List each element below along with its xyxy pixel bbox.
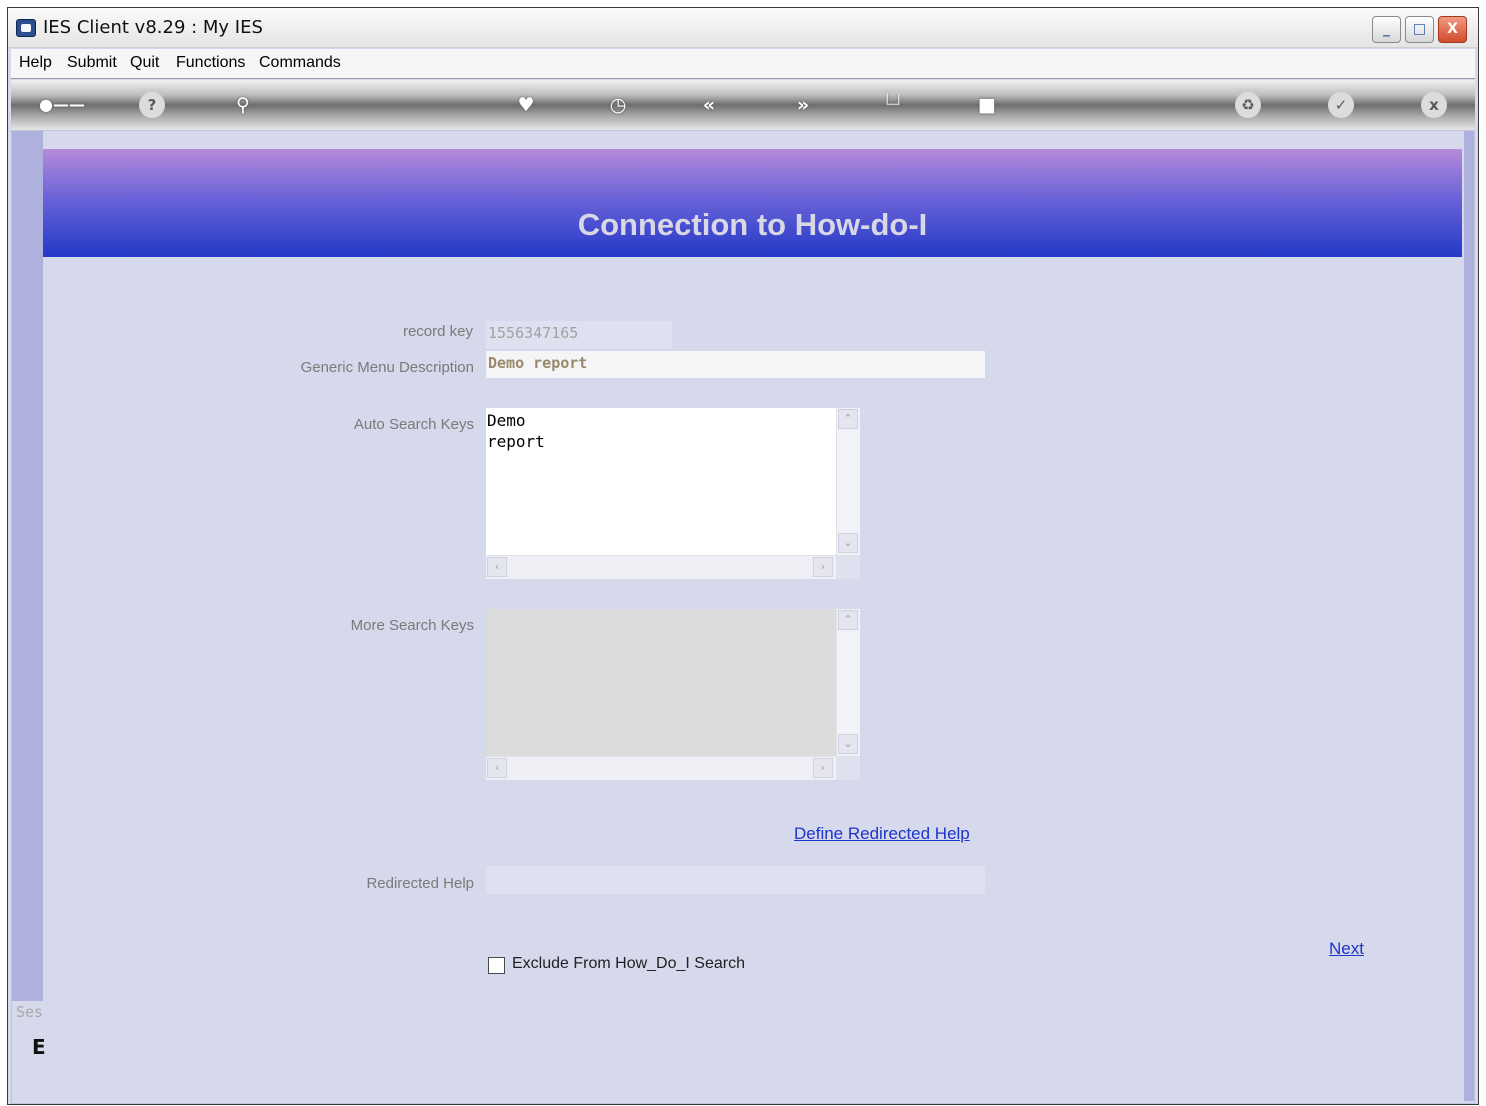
page-title: Connection to How-do-I <box>577 207 928 242</box>
auto-keys-textarea[interactable]: Demo report ⌃ ⌄ ‹ › <box>486 408 860 579</box>
scroll-up-icon[interactable]: ⌃ <box>838 409 858 429</box>
search-icon[interactable]: ⚲ <box>230 92 256 118</box>
title-bar: IES Client v8.29 : My IES _ □ X <box>8 8 1478 48</box>
menu-desc-label: Generic Menu Description <box>300 359 474 376</box>
menu-desc-field[interactable]: Demo report <box>486 351 985 378</box>
scroll-down-icon[interactable]: ⌄ <box>838 734 858 754</box>
exclude-checkbox-label: Exclude From How_Do_I Search <box>512 955 745 972</box>
check-icon[interactable]: ✓ <box>1328 92 1354 118</box>
menu-quit[interactable]: Quit <box>130 54 159 72</box>
close-window-button[interactable]: X <box>1438 16 1467 43</box>
clock-icon[interactable]: ◷ <box>605 92 631 118</box>
window-title: IES Client v8.29 : My IES <box>43 17 263 38</box>
close-icon[interactable]: x <box>1421 92 1447 118</box>
more-keys-hscroll[interactable]: ‹ › <box>486 756 836 780</box>
heart-icon[interactable]: ♥ <box>513 92 539 118</box>
page-header: Connection to How-do-I <box>43 149 1462 257</box>
menu-help[interactable]: Help <box>19 54 52 72</box>
scroll-down-icon[interactable]: ⌄ <box>838 533 858 553</box>
menu-bar: Help Submit Quit Functions Commands <box>11 49 1475 79</box>
more-keys-text[interactable] <box>486 609 836 756</box>
side-fragment-e: E <box>32 1035 46 1059</box>
scroll-right-icon[interactable]: › <box>813 557 833 577</box>
more-keys-vscroll[interactable]: ⌃ ⌄ <box>836 609 860 756</box>
key-icon[interactable]: ●—— <box>39 92 85 118</box>
more-keys-label: More Search Keys <box>350 617 474 634</box>
auto-keys-hscroll[interactable]: ‹ › <box>486 555 836 579</box>
exclude-checkbox[interactable] <box>488 957 505 974</box>
toolbar: ●—— ? ⚲ ♥ ◷ « » └┘ ■ ♻ ✓ x <box>11 80 1475 130</box>
stop-icon[interactable]: ■ <box>974 92 1000 118</box>
menu-functions[interactable]: Functions <box>176 54 245 72</box>
more-keys-textarea[interactable]: ⌃ ⌄ ‹ › <box>486 609 860 780</box>
scroll-left-icon[interactable]: ‹ <box>487 557 507 577</box>
next-link[interactable]: Next <box>1329 939 1364 959</box>
fast-forward-icon[interactable]: » <box>790 92 816 118</box>
auto-keys-vscroll[interactable]: ⌃ ⌄ <box>836 408 860 555</box>
minimize-button[interactable]: _ <box>1372 16 1401 43</box>
scroll-right-icon[interactable]: › <box>813 758 833 778</box>
app-window: IES Client v8.29 : My IES _ □ X Help Sub… <box>7 7 1479 1105</box>
auto-keys-text[interactable]: Demo report <box>486 408 836 555</box>
menu-commands[interactable]: Commands <box>259 54 341 72</box>
left-strip <box>12 131 43 1101</box>
record-key-field[interactable]: 1556347165 <box>486 321 672 349</box>
scroll-corner <box>836 756 860 780</box>
redirected-help-label: Redirected Help <box>366 875 474 892</box>
side-fragment-session: Ses <box>16 1003 44 1021</box>
app-icon <box>16 19 36 37</box>
main-content: Connection to How-do-I record key 155634… <box>11 130 1475 1104</box>
record-key-label: record key <box>402 323 473 340</box>
define-redirected-help-link[interactable]: Define Redirected Help <box>794 824 970 844</box>
scroll-left-icon[interactable]: ‹ <box>487 758 507 778</box>
scroll-up-icon[interactable]: ⌃ <box>838 610 858 630</box>
maximize-button[interactable]: □ <box>1405 16 1434 43</box>
scroll-corner <box>836 555 860 579</box>
tree-icon[interactable]: └┘ <box>880 92 906 118</box>
rewind-icon[interactable]: « <box>696 92 722 118</box>
redirected-help-field[interactable] <box>486 866 985 894</box>
right-strip <box>1464 131 1474 1101</box>
recycle-icon[interactable]: ♻ <box>1235 92 1261 118</box>
menu-submit[interactable]: Submit <box>67 54 117 72</box>
help-icon[interactable]: ? <box>139 92 165 118</box>
auto-keys-label: Auto Search Keys <box>353 416 474 433</box>
